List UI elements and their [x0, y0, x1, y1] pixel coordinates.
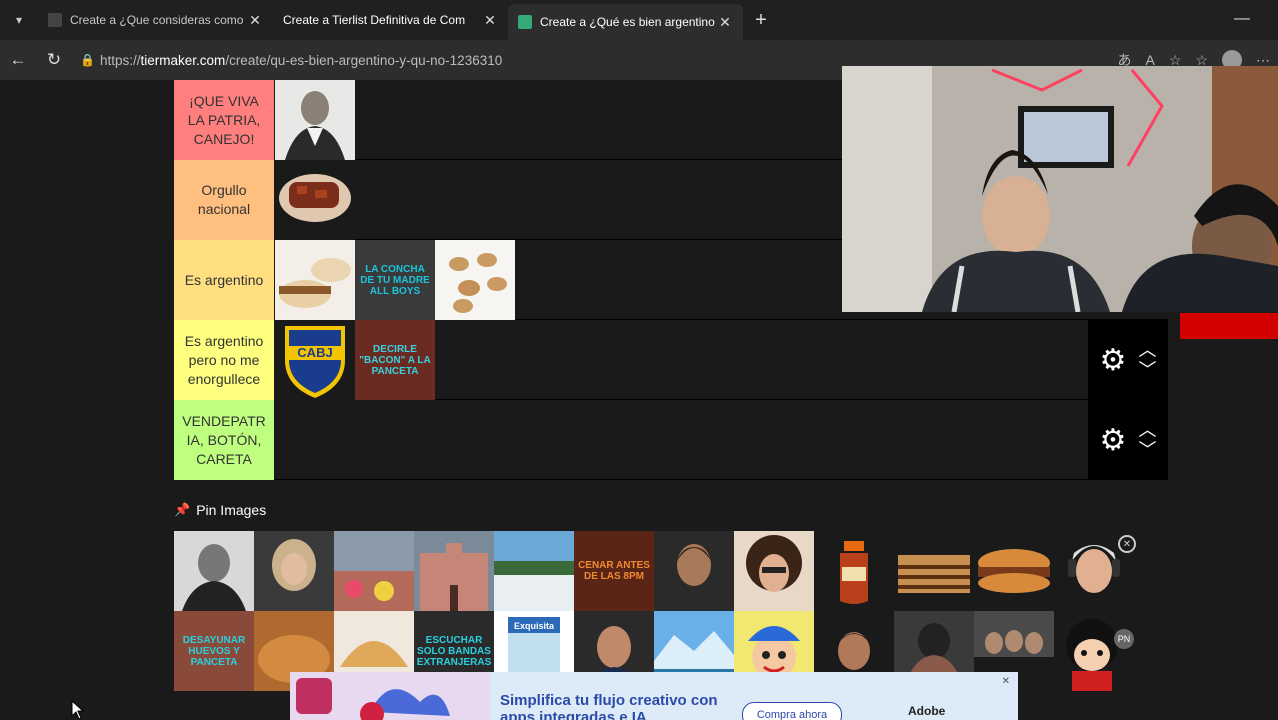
ad-headline: Simplifica tu flujo creativo con apps in…: [500, 692, 718, 720]
back-icon[interactable]: ←: [0, 40, 36, 80]
pin-item-text-tile[interactable]: Cenar antes de las 8pm: [574, 531, 654, 611]
red-overlay-bar: [1180, 313, 1278, 339]
gear-icon[interactable]: ⚙: [1100, 343, 1127, 378]
webcam-overlay: [842, 66, 1278, 312]
tier-label[interactable]: Es argentino: [174, 240, 274, 320]
close-circle-icon[interactable]: ✕: [1118, 535, 1136, 553]
reload-icon[interactable]: ↻: [36, 40, 72, 80]
tier-label[interactable]: VENDEPATR IA, BOTÓN, CARETA: [174, 400, 274, 480]
tier-item-cookies[interactable]: [435, 240, 515, 320]
tab-title: Create a ¿Qué es bien argentino y: [540, 15, 717, 29]
tab-title: Create a Tierlist Definitiva de Com: [283, 13, 466, 27]
tier-item-boca-crest[interactable]: CABJ: [275, 320, 355, 400]
pin-item-text-tile[interactable]: Desayunar huevos y panceta: [174, 611, 254, 691]
pin-images-title: 📌 Pin Images: [174, 502, 266, 518]
crest-text: CABJ: [297, 345, 332, 360]
pn-badge: PN: [1114, 629, 1134, 649]
tab-title: Create a ¿Que consideras como ir: [70, 13, 247, 27]
tab-favicon-icon: [518, 15, 532, 29]
new-tab-icon[interactable]: +: [743, 0, 779, 40]
tier-item-asado[interactable]: [275, 160, 355, 240]
exquisita-label: Exquisita: [514, 621, 555, 631]
url-path: /create/qu-es-bien-argentino-y-qu-no-123…: [225, 52, 503, 68]
tab-1[interactable]: Create a ¿Que consideras como ir ✕: [38, 0, 273, 40]
lock-icon: 🔒: [80, 53, 95, 67]
tab-2[interactable]: Create a Tierlist Definitiva de Com ✕: [273, 0, 508, 40]
tab-3-active[interactable]: Create a ¿Qué es bien argentino y ✕: [508, 4, 743, 40]
pin-item-waterfall-photo[interactable]: [494, 531, 574, 611]
tier-item-portrait[interactable]: [275, 80, 355, 160]
pin-item-sandwich-photo[interactable]: [974, 531, 1054, 611]
close-tab-icon[interactable]: ✕: [717, 14, 733, 31]
tier-controls: ⚙ ︿ ﹀: [1088, 400, 1168, 480]
pin-item-man-photo[interactable]: [654, 531, 734, 611]
tier-item-text-tile[interactable]: La concha de tu madre all boys: [355, 240, 435, 320]
ad-banner[interactable]: Simplifica tu flujo creativo con apps in…: [290, 672, 1018, 720]
ad-cta-button[interactable]: Compra ahora: [742, 702, 842, 720]
chevron-up-icon[interactable]: ︿: [1138, 340, 1156, 360]
close-tab-icon[interactable]: ✕: [482, 12, 498, 29]
ad-brand: Adobe: [908, 704, 946, 718]
pin-icon[interactable]: 📌: [174, 502, 190, 518]
pin-row-1: Cenar antes de las 8pm: [174, 531, 1134, 611]
pin-item-sauce-bottle[interactable]: [814, 531, 894, 611]
close-tab-icon[interactable]: ✕: [247, 12, 263, 29]
chevron-down-icon[interactable]: ﹀: [1138, 440, 1156, 460]
pin-item-old-man-photo[interactable]: [174, 531, 254, 611]
pin-item-woman-photo[interactable]: [254, 531, 334, 611]
pin-item-cake-photo[interactable]: [894, 531, 974, 611]
minimize-icon[interactable]: —: [1234, 10, 1250, 28]
url-host: tiermaker.com: [140, 52, 226, 68]
tier-label[interactable]: Es argentino pero no me enorgullece: [174, 320, 274, 400]
pin-item-mafalda[interactable]: PN: [1054, 611, 1134, 691]
tier-row-4: Es argentino pero no me enorgullece CABJ…: [174, 320, 1168, 400]
url-prefix: https://: [100, 52, 141, 68]
chevron-up-icon[interactable]: ︿: [1138, 420, 1156, 440]
chevron-down-icon[interactable]: ﹀: [1138, 360, 1156, 380]
screen: { "browser": { "tabs": [ {"title": "Crea…: [0, 0, 1278, 720]
pin-item-casa-rosada-photo[interactable]: [414, 531, 494, 611]
pin-images-label: Pin Images: [196, 502, 267, 518]
tier-row-5: VENDEPATR IA, BOTÓN, CARETA ⚙ ︿ ﹀: [174, 400, 1168, 480]
pin-item-curly-hair-photo[interactable]: [734, 531, 814, 611]
tier-label[interactable]: Orgullo nacional: [174, 160, 274, 240]
tab-list-button[interactable]: ▾: [0, 0, 38, 40]
gear-icon[interactable]: ⚙: [1100, 423, 1127, 458]
tab-favicon-icon: [48, 13, 62, 27]
tier-item-text-tile[interactable]: Decirle "bacon" a la panceta: [355, 320, 435, 400]
pin-item-festival-photo[interactable]: [334, 531, 414, 611]
tier-label[interactable]: ¡QUE VIVA LA PATRIA, CANEJO!: [174, 80, 274, 160]
browser-tab-bar: ▾ Create a ¿Que consideras como ir ✕ Cre…: [0, 0, 1278, 40]
tier-item-alfajores[interactable]: [275, 240, 355, 320]
tier-controls: ⚙ ︿ ﹀: [1088, 320, 1168, 400]
ad-close-icon[interactable]: ✕: [1002, 676, 1010, 687]
